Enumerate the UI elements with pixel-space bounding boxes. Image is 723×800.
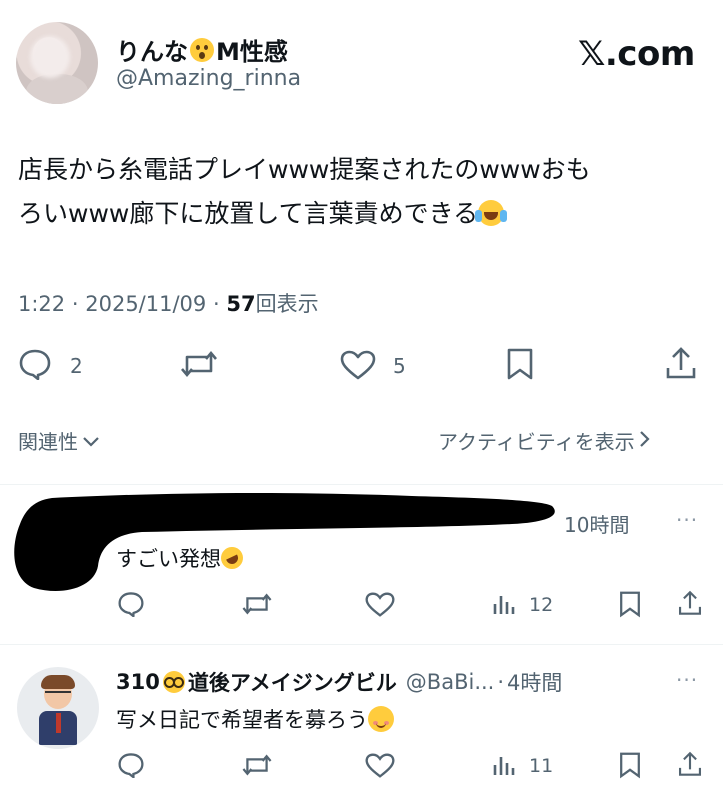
like-icon[interactable]	[340, 350, 376, 380]
author-name-suffix: M性感	[216, 38, 288, 66]
post-text-line-2: ろいwww廊下に放置して言葉責めできる	[18, 199, 479, 228]
show-activity-link[interactable]: アクティビティを表示	[438, 426, 651, 455]
reply-icon[interactable]	[18, 348, 52, 380]
author-name: りんな	[116, 38, 188, 66]
author-handle[interactable]: @Amazing_rinna	[116, 66, 301, 91]
like-icon[interactable]	[365, 753, 395, 778]
share-icon[interactable]	[677, 589, 703, 617]
activity-label: アクティビティを表示	[438, 430, 635, 454]
reply-2-text: 写メ日記で希望者を募ろう	[116, 704, 394, 734]
post-metadata: 1:22 · 2025/11/09 · 57回表示	[18, 288, 319, 318]
reply-count: 2	[70, 354, 83, 378]
share-icon[interactable]	[664, 346, 698, 380]
bookmark-icon[interactable]	[618, 590, 642, 618]
reply-2-text-content: 写メ日記で希望者を募ろう	[116, 708, 368, 732]
sort-relevance-dropdown[interactable]: 関連性	[18, 426, 100, 455]
post-date[interactable]: 2025/11/09	[85, 292, 206, 316]
share-icon[interactable]	[677, 750, 703, 778]
reply-2-time[interactable]: 4時間	[507, 667, 562, 697]
meta-separator: ·	[497, 670, 505, 694]
divider	[0, 484, 723, 485]
author-display-name[interactable]: りんな M性感	[116, 32, 288, 67]
more-icon[interactable]: ···	[676, 508, 698, 532]
reply-2-name[interactable]: 道後アメイジングビル	[188, 667, 397, 697]
retweet-icon[interactable]	[179, 348, 219, 380]
reply-1-views: 12	[529, 594, 554, 616]
like-count: 5	[393, 354, 406, 378]
rofl-emoji-icon	[217, 543, 247, 573]
tears-of-joy-emoji-icon	[475, 200, 508, 226]
post-text-line-1: 店長から糸電話プレイwww提案されたのwwwおも	[18, 155, 591, 184]
smiling-face-emoji-icon	[368, 706, 394, 732]
meta-separator: ·	[212, 292, 220, 316]
reply-2-handle[interactable]: @BaBi...	[406, 670, 495, 694]
post-time[interactable]: 1:22	[18, 292, 65, 316]
reply-icon[interactable]	[117, 591, 145, 617]
author-avatar[interactable]	[16, 22, 98, 104]
astonished-face-emoji-icon	[190, 37, 214, 62]
like-icon[interactable]	[365, 592, 395, 617]
reply-1-text: すごい発想	[116, 543, 247, 573]
bookmark-icon[interactable]	[505, 347, 535, 381]
views-icon[interactable]	[492, 592, 516, 616]
meta-separator: ·	[71, 292, 79, 316]
reply-1-time[interactable]: 10時間	[564, 509, 629, 538]
more-icon[interactable]: ···	[676, 668, 698, 692]
retweet-icon[interactable]	[241, 591, 273, 617]
divider	[0, 644, 723, 645]
relevance-label: 関連性	[18, 430, 78, 454]
redaction-mark	[12, 488, 557, 596]
retweet-icon[interactable]	[241, 752, 273, 778]
views-label: 回表示	[255, 292, 319, 316]
views-icon[interactable]	[492, 753, 516, 777]
bookmark-icon[interactable]	[618, 751, 642, 779]
x-brand-logo: 𝕏.com	[578, 34, 695, 74]
chevron-down-icon	[82, 429, 100, 453]
views-count: 57	[226, 292, 256, 316]
reply-2-header: 310 道後アメイジングビル @BaBi... · 4時間	[116, 667, 562, 697]
reply-2-views: 11	[529, 755, 554, 777]
post-text: 店長から糸電話プレイwww提案されたのwwwおも ろいwww廊下に放置して言葉責…	[18, 148, 708, 236]
chevron-right-icon	[639, 429, 651, 453]
reply-1-text-content: すごい発想	[116, 547, 221, 571]
reply-2-name-prefix[interactable]: 310	[116, 670, 160, 694]
reply-2-avatar[interactable]	[17, 667, 99, 749]
reply-icon[interactable]	[117, 752, 145, 778]
nerd-face-emoji-icon	[162, 671, 185, 693]
